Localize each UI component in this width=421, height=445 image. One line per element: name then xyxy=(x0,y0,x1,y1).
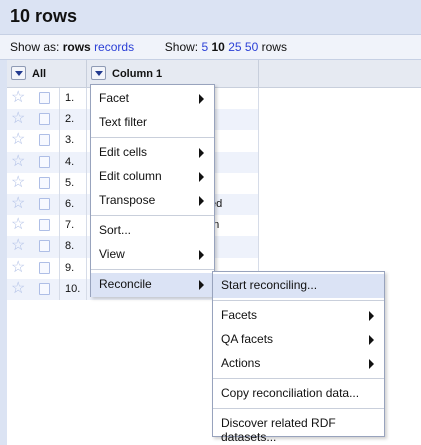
submenu-arrow-icon xyxy=(199,94,204,104)
row-number: 6. xyxy=(59,193,87,216)
row-number: 4. xyxy=(59,151,87,173)
menu-item-discover-rdf[interactable]: Discover related RDF datasets... xyxy=(213,412,384,444)
menu-item-facet[interactable]: Facet xyxy=(91,87,214,111)
flag-icon[interactable] xyxy=(39,155,50,168)
column1-label: Column 1 xyxy=(112,68,163,80)
column-dropdown-menu: Facet Text filter Edit cells Edit column… xyxy=(90,84,215,297)
all-column-label: All xyxy=(32,68,47,80)
flag-icon[interactable] xyxy=(39,282,50,295)
view-options-bar: Show as: rows records Show: 5 10 25 50 r… xyxy=(0,34,421,60)
menu-item-facets[interactable]: Facets xyxy=(213,304,384,328)
menu-item-reconcile[interactable]: Reconcile xyxy=(91,273,214,297)
flag-icon[interactable] xyxy=(39,92,50,104)
reconcile-submenu: Start reconciling... Facets QA facets Ac… xyxy=(212,271,385,444)
submenu-arrow-icon xyxy=(369,311,374,321)
empty-grid-area xyxy=(259,88,421,300)
submenu-arrow-icon xyxy=(369,359,374,369)
row-number: 10. xyxy=(59,278,87,300)
empty-header-area xyxy=(259,60,421,88)
all-column-dropdown-icon[interactable] xyxy=(11,66,26,80)
menu-item-transpose[interactable]: Transpose xyxy=(91,189,214,213)
submenu-arrow-icon xyxy=(199,280,204,290)
row-number: 1. xyxy=(59,88,87,110)
page-size-10: 10 xyxy=(211,40,225,54)
submenu-arrow-icon xyxy=(199,148,204,158)
menu-item-start-reconciling[interactable]: Start reconciling... xyxy=(213,274,384,298)
all-column-header: All xyxy=(7,60,87,88)
records-mode-link[interactable]: records xyxy=(94,40,134,54)
flag-icon[interactable] xyxy=(39,261,50,274)
menu-divider xyxy=(213,408,384,409)
menu-divider xyxy=(213,300,384,301)
star-icon[interactable]: ☆ xyxy=(11,131,25,149)
menu-divider xyxy=(91,215,214,216)
row-number: 8. xyxy=(59,236,87,258)
row-number: 7. xyxy=(59,215,87,237)
row-number: 5. xyxy=(59,172,87,194)
menu-divider xyxy=(91,137,214,138)
star-icon[interactable]: ☆ xyxy=(11,216,25,234)
star-icon[interactable]: ☆ xyxy=(11,195,25,213)
row-number: 9. xyxy=(59,257,87,279)
menu-divider xyxy=(91,269,214,270)
row-number: 3. xyxy=(59,130,87,152)
flag-icon[interactable] xyxy=(39,176,50,189)
rows-mode-toggle[interactable]: rows xyxy=(63,40,91,54)
flag-icon[interactable] xyxy=(39,197,50,210)
star-icon[interactable]: ☆ xyxy=(11,237,25,255)
page-size-suffix: rows xyxy=(261,40,287,54)
star-icon[interactable]: ☆ xyxy=(11,153,25,171)
show-label: Show: xyxy=(164,40,199,54)
menu-item-view[interactable]: View xyxy=(91,243,214,267)
star-icon[interactable]: ☆ xyxy=(11,174,25,192)
flag-icon[interactable] xyxy=(39,240,50,253)
star-icon[interactable]: ☆ xyxy=(11,89,25,107)
menu-item-qa-facets[interactable]: QA facets xyxy=(213,328,384,352)
menu-item-edit-cells[interactable]: Edit cells xyxy=(91,141,214,165)
menu-item-actions[interactable]: Actions xyxy=(213,352,384,376)
star-icon[interactable]: ☆ xyxy=(11,110,25,128)
submenu-arrow-icon xyxy=(369,335,374,345)
flag-icon[interactable] xyxy=(39,113,50,126)
menu-item-edit-column[interactable]: Edit column xyxy=(91,165,214,189)
menu-item-text-filter[interactable]: Text filter xyxy=(91,111,214,135)
row-number: 2. xyxy=(59,109,87,131)
flag-icon[interactable] xyxy=(39,219,50,232)
submenu-arrow-icon xyxy=(199,196,204,206)
column1-dropdown-icon[interactable] xyxy=(91,66,106,80)
page-size-50[interactable]: 50 xyxy=(245,40,258,54)
submenu-arrow-icon xyxy=(199,172,204,182)
menu-divider xyxy=(213,378,384,379)
menu-item-copy-reconciliation-data[interactable]: Copy reconciliation data... xyxy=(213,382,384,406)
flag-icon[interactable] xyxy=(39,134,50,147)
submenu-arrow-icon xyxy=(199,250,204,260)
page-size-25[interactable]: 25 xyxy=(228,40,241,54)
page-title: 10 rows xyxy=(0,0,421,34)
page-size-5[interactable]: 5 xyxy=(201,40,208,54)
star-icon[interactable]: ☆ xyxy=(11,280,25,298)
star-icon[interactable]: ☆ xyxy=(11,259,25,277)
menu-item-sort[interactable]: Sort... xyxy=(91,219,214,243)
show-as-label: Show as: xyxy=(10,40,60,54)
